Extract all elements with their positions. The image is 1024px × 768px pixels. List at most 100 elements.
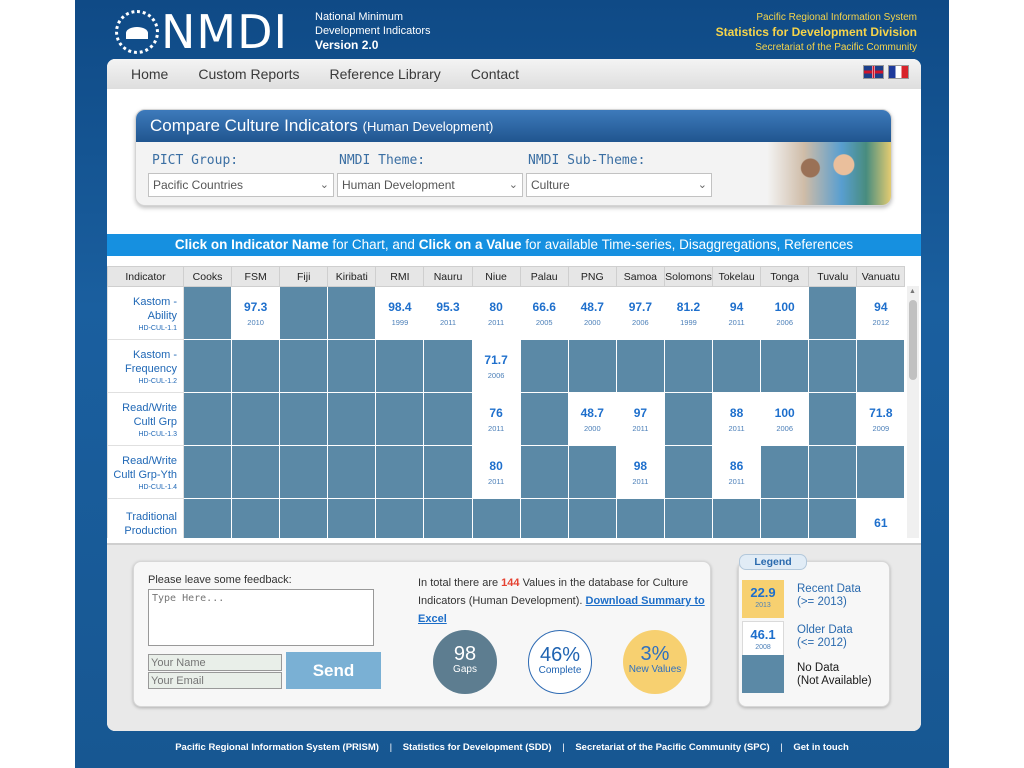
value-cell[interactable]: 100 2006	[760, 392, 810, 446]
value-cell[interactable]: 97.7 2006	[615, 286, 665, 340]
footer-link-contact[interactable]: Get in touch	[793, 742, 848, 753]
scroll-thumb[interactable]	[909, 300, 917, 380]
cell-value[interactable]: 71.8	[857, 406, 904, 420]
indicator-name[interactable]: Kastom - Frequency	[108, 348, 177, 376]
value-cell[interactable]: 80 2011	[471, 286, 521, 340]
indicator-name[interactable]: Traditional Production	[108, 510, 177, 538]
nav-custom-reports[interactable]: Custom Reports	[198, 66, 299, 82]
indicator-name[interactable]: Read/Write Cultl Grp-Yth	[108, 454, 177, 482]
value-cell[interactable]: 97 2011	[615, 392, 665, 446]
value-cell[interactable]: 71.8 2009	[856, 392, 906, 446]
value-cell[interactable]: 81.2 1999	[663, 286, 714, 340]
value-cell[interactable]: 98 2011	[615, 445, 665, 499]
value-cell[interactable]: 80 2011	[471, 445, 521, 499]
value-cell[interactable]: 48.7 2000	[567, 286, 617, 340]
footer-link-spc[interactable]: Secretariat of the Pacific Community (SP…	[575, 742, 769, 753]
no-data-cell	[615, 339, 665, 393]
cell-value[interactable]: 86	[713, 459, 760, 473]
cell-value[interactable]: 66.6	[521, 300, 568, 314]
cell-value[interactable]: 94	[857, 300, 904, 314]
nmdi-subtheme-select[interactable]: Culture ⌄	[526, 173, 712, 197]
indicator-name-cell[interactable]: Traditional Production	[107, 498, 184, 538]
indicator-name-cell[interactable]: Read/Write Cultl Grp HD-CUL-1.3	[107, 392, 184, 446]
cell-year: 2011	[728, 423, 745, 433]
value-cell[interactable]: 88 2011	[712, 392, 762, 446]
summary-before: In total there are	[418, 577, 499, 589]
cell-value[interactable]: 80	[473, 459, 520, 473]
value-cell[interactable]: 71.7 2006	[471, 339, 521, 393]
nmdi-theme-select[interactable]: Human Development ⌄	[337, 173, 523, 197]
cell-value[interactable]: 76	[473, 406, 520, 420]
value-cell[interactable]: 97.3 2010	[231, 286, 281, 340]
indicator-name-cell[interactable]: Read/Write Cultl Grp-Yth HD-CUL-1.4	[107, 445, 184, 499]
cell-value[interactable]: 97	[617, 406, 664, 420]
legend-recent-text: Recent Data (>= 2013)	[797, 583, 861, 609]
email-input[interactable]	[148, 672, 282, 689]
value-cell[interactable]: 61	[856, 498, 906, 538]
no-data-cell	[471, 498, 521, 538]
indicator-code: HD-CUL-1.1	[138, 324, 177, 332]
cell-year: 2009	[872, 423, 890, 433]
cell-value[interactable]: 88	[713, 406, 760, 420]
value-cell[interactable]: 100 2006	[760, 286, 810, 340]
cell-year: 2005	[535, 317, 553, 327]
legend-box: Legend 22.9 2013 Recent Data (>= 2013) 4…	[738, 554, 890, 707]
cell-value[interactable]: 81.2	[665, 300, 712, 314]
column-header: Samoa	[615, 266, 665, 287]
cell-value[interactable]: 61	[857, 516, 904, 530]
feedback-textarea[interactable]	[148, 589, 374, 646]
no-data-cell	[375, 498, 425, 538]
value-cell[interactable]: 94 2011	[712, 286, 762, 340]
value-cell[interactable]: 86 2011	[712, 445, 762, 499]
indicator-name-cell[interactable]: Kastom - Ability HD-CUL-1.1	[107, 286, 184, 340]
no-data-cell	[327, 339, 377, 393]
cell-value[interactable]: 48.7	[569, 300, 616, 314]
nav-contact[interactable]: Contact	[471, 66, 519, 82]
indicator-name[interactable]: Read/Write Cultl Grp	[108, 401, 177, 429]
cell-year: 2006	[487, 370, 505, 380]
value-cell[interactable]: 76 2011	[471, 392, 521, 446]
cell-value[interactable]: 48.7	[569, 406, 616, 420]
column-header: Tonga	[760, 266, 810, 287]
footer-link-prism[interactable]: Pacific Regional Information System (PRI…	[175, 742, 379, 753]
value-cell[interactable]: 48.7 2000	[567, 392, 617, 446]
no-data-cell	[327, 498, 377, 538]
cell-value[interactable]: 71.7	[473, 353, 520, 367]
cell-value[interactable]: 97.3	[232, 300, 279, 314]
cell-value[interactable]: 98.4	[376, 300, 423, 314]
france-flag-icon[interactable]	[888, 65, 909, 79]
value-cell[interactable]: 66.6 2005	[519, 286, 569, 340]
value-cell[interactable]: 94 2012	[856, 286, 906, 340]
instruction-bold1: Click on Indicator Name	[174, 237, 329, 252]
cell-value[interactable]: 100	[761, 300, 808, 314]
cell-value[interactable]: 94	[713, 300, 760, 314]
scroll-up-icon[interactable]: ▲	[909, 288, 916, 295]
value-cell[interactable]: 95.3 2011	[423, 286, 473, 340]
name-input[interactable]	[148, 654, 282, 671]
table-scrollbar[interactable]: ▲	[907, 286, 919, 538]
cell-value[interactable]: 80	[473, 300, 520, 314]
cell-value[interactable]: 95.3	[424, 300, 471, 314]
no-data-cell	[808, 339, 858, 393]
pict-group-select[interactable]: Pacific Countries ⌄	[148, 173, 334, 197]
indicator-name-cell[interactable]: Kastom - Frequency HD-CUL-1.2	[107, 339, 184, 393]
cell-value[interactable]: 100	[761, 406, 808, 420]
no-data-cell	[182, 286, 233, 340]
nav-home[interactable]: Home	[131, 66, 168, 82]
indicator-name[interactable]: Kastom - Ability	[108, 295, 177, 323]
cell-value[interactable]: 97.7	[617, 300, 664, 314]
legend-recent-line1: Recent Data	[797, 583, 861, 595]
footer-separator: |	[780, 742, 783, 753]
complete-label: Complete	[538, 665, 582, 676]
cell-value[interactable]: 98	[617, 459, 664, 473]
send-button[interactable]: Send	[286, 652, 381, 689]
footer-link-sdd[interactable]: Statistics for Development (SDD)	[403, 742, 552, 753]
people-photo	[767, 142, 891, 205]
value-cell[interactable]: 98.4 1999	[375, 286, 425, 340]
nav-reference-library[interactable]: Reference Library	[330, 66, 441, 82]
no-data-cell	[663, 339, 714, 393]
no-data-cell	[712, 339, 762, 393]
legend-title: Legend	[739, 554, 807, 570]
column-header: Indicator	[107, 266, 184, 287]
uk-flag-icon[interactable]	[863, 65, 884, 79]
